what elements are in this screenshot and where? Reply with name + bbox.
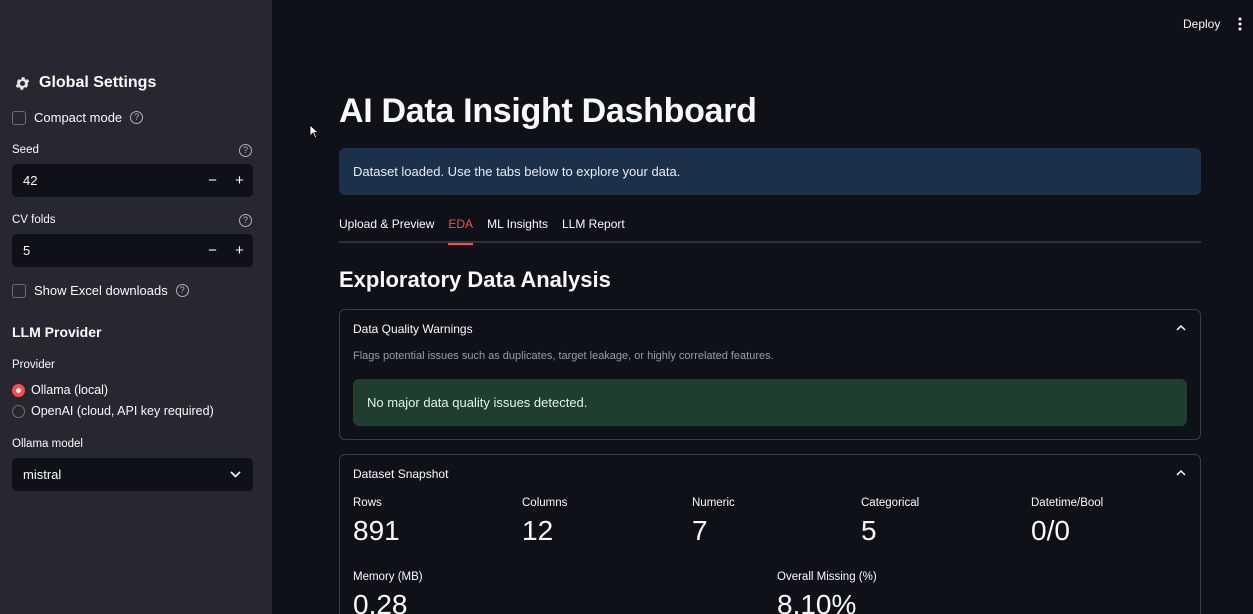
ollama-model-value: mistral [23,467,62,482]
help-icon[interactable]: ? [130,111,144,124]
chevron-down-icon [230,471,241,478]
metric-value: 891 [353,515,400,546]
seed-decrement-button[interactable]: − [199,164,226,197]
metric-columns: Columns 12 [522,497,567,547]
cv-folds-value[interactable]: 5 [23,243,199,258]
provider-option-openai[interactable]: OpenAI (cloud, API key required) [12,404,214,418]
help-icon[interactable]: ? [239,144,252,157]
metric-label: Memory (MB) [353,571,423,583]
help-icon[interactable]: ? [175,284,189,297]
cv-folds-decrement-button[interactable]: − [199,234,226,267]
seed-input[interactable]: 42 − + [12,164,253,197]
excel-downloads-label: Show Excel downloads [34,283,168,298]
seed-increment-button[interactable]: + [226,164,253,197]
info-alert: Dataset loaded. Use the tabs below to ex… [339,148,1201,195]
metric-value: 5 [861,515,877,546]
chevron-up-icon[interactable] [1176,469,1186,476]
radio-selected-icon[interactable] [12,383,25,397]
chevron-up-icon[interactable] [1176,324,1186,331]
metric-label: Rows [353,497,382,509]
seed-label: Seed [12,144,39,156]
provider-option-label: OpenAI (cloud, API key required) [31,404,214,418]
data-quality-expander: Data Quality Warnings Flags potential is… [339,309,1201,440]
global-settings-heading: Global Settings [14,74,156,92]
dataset-snapshot-expander: Dataset Snapshot Rows 891 Columns 12 Num… [339,454,1201,614]
seed-value[interactable]: 42 [23,173,199,188]
compact-mode-row[interactable]: Compact mode ? [12,110,144,125]
metric-categorical: Categorical 5 [861,497,919,547]
tab-ml-insights[interactable]: ML Insights [487,216,548,243]
cv-folds-increment-button[interactable]: + [226,234,253,267]
metric-label: Datetime/Bool [1031,497,1104,509]
provider-option-ollama[interactable]: Ollama (local) [12,383,108,397]
app-root: Global Settings Compact mode ? Seed ? 42… [0,0,1253,614]
metric-rows: Rows 891 [353,497,400,547]
data-quality-caption: Flags potential issues such as duplicate… [353,350,774,362]
metric-value: 12 [522,515,554,546]
compact-mode-checkbox[interactable] [12,110,26,125]
info-alert-text: Dataset loaded. Use the tabs below to ex… [353,164,681,179]
mouse-cursor-icon [309,124,319,139]
metric-value: 8.10% [777,589,857,614]
ollama-model-select[interactable]: mistral [12,458,253,491]
tab-eda[interactable]: EDA [448,216,473,245]
ollama-model-label: Ollama model [12,438,83,450]
success-alert: No major data quality issues detected. [353,379,1187,426]
success-alert-text: No major data quality issues detected. [367,395,588,410]
metric-label: Columns [522,497,568,509]
metric-value: 7 [692,515,708,546]
dataset-snapshot-expander-header[interactable]: Dataset Snapshot [353,467,448,481]
provider-label: Provider [12,359,55,371]
metric-label: Numeric [692,497,735,509]
metric-label: Overall Missing (%) [777,571,877,583]
cv-folds-input[interactable]: 5 − + [12,234,253,267]
section-title: Exploratory Data Analysis [339,267,611,292]
metric-datetime-bool: Datetime/Bool 0/0 [1031,497,1103,547]
help-icon[interactable]: ? [239,214,252,227]
tab-bar: Upload & Preview EDA ML Insights LLM Rep… [339,216,1201,245]
radio-unselected-icon[interactable] [12,404,25,418]
compact-mode-label: Compact mode [34,110,123,125]
excel-downloads-row[interactable]: Show Excel downloads ? [12,283,189,298]
metric-memory: Memory (MB) 0.28 [353,571,423,614]
global-settings-title: Global Settings [39,74,157,91]
metric-overall-missing: Overall Missing (%) 8.10% [777,571,877,614]
deploy-button[interactable]: Deploy [1183,17,1220,31]
gear-icon [15,76,30,90]
sidebar: Global Settings Compact mode ? Seed ? 42… [0,0,272,614]
more-options-icon[interactable] [1235,16,1245,32]
provider-option-label: Ollama (local) [31,383,109,397]
excel-downloads-checkbox[interactable] [12,283,26,298]
cv-folds-label: CV folds [12,214,56,226]
metric-value: 0.28 [353,589,408,614]
metric-label: Categorical [861,497,920,509]
tab-llm-report[interactable]: LLM Report [562,216,625,243]
metric-numeric: Numeric 7 [692,497,735,547]
tab-upload-preview[interactable]: Upload & Preview [339,216,434,243]
llm-provider-heading: LLM Provider [12,324,102,340]
page-title: AI Data Insight Dashboard [339,92,757,130]
data-quality-expander-header[interactable]: Data Quality Warnings [353,322,473,336]
metric-value: 0/0 [1031,515,1070,546]
